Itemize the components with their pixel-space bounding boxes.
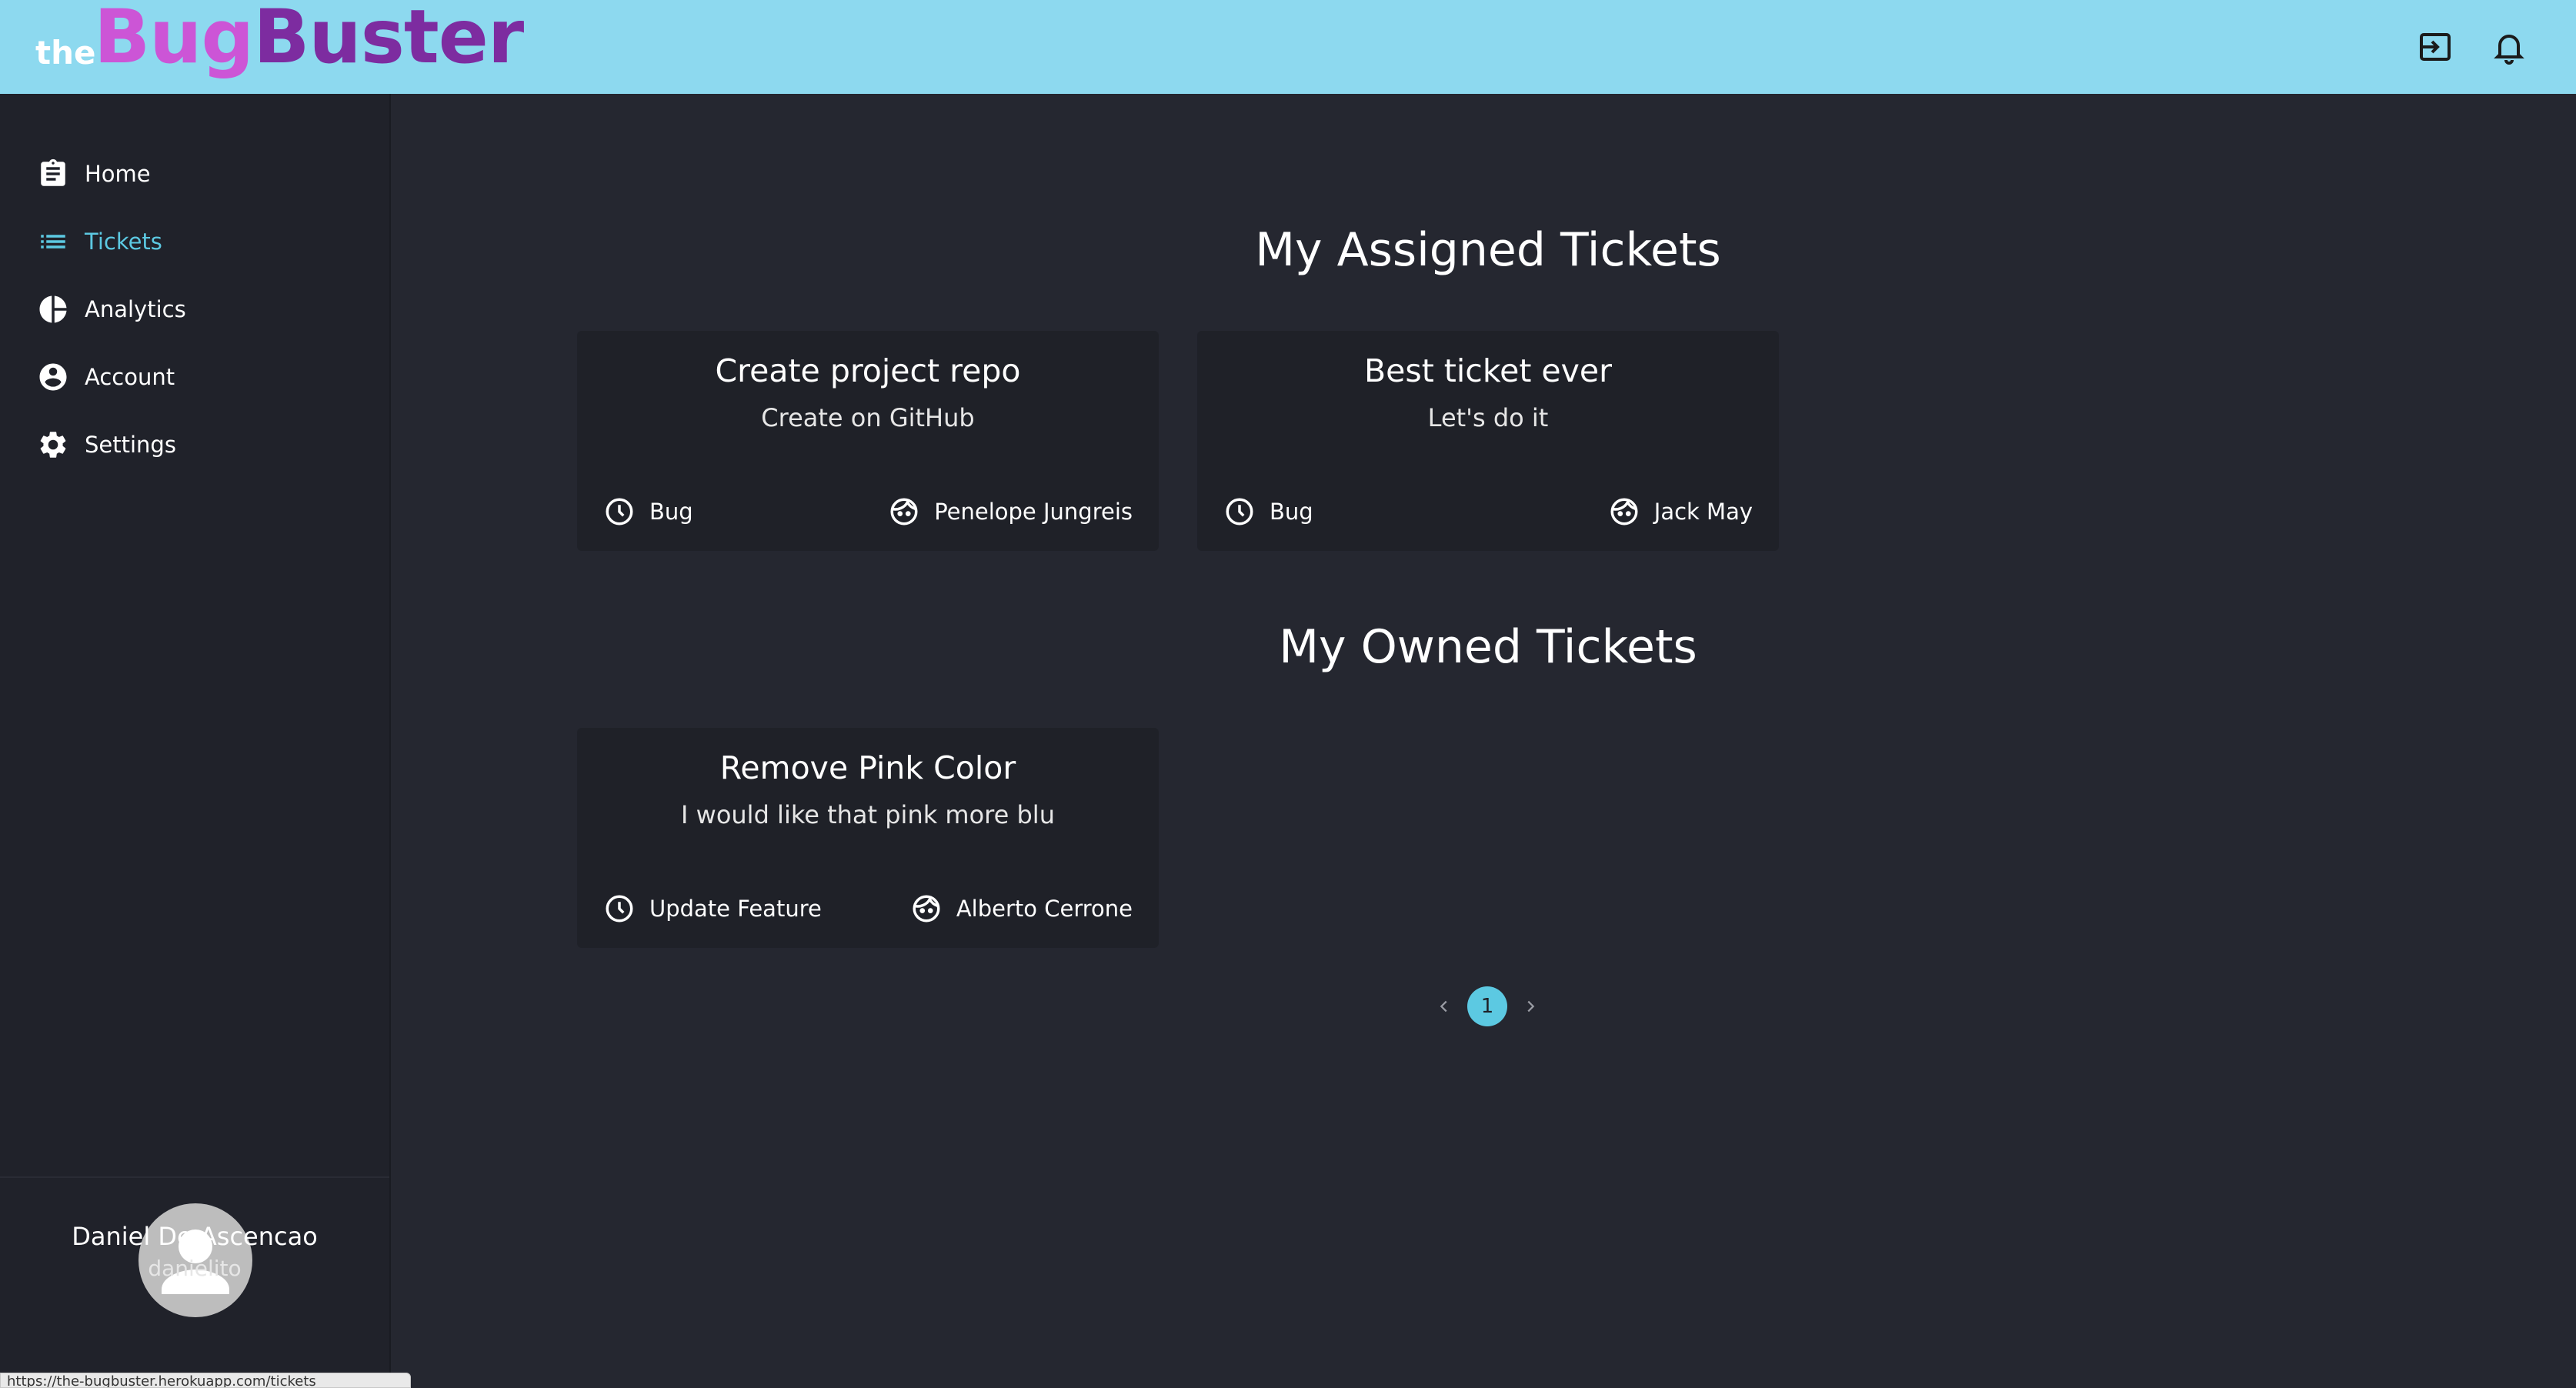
ticket-description: Create on GitHub xyxy=(761,403,975,432)
user-handle: danielito xyxy=(148,1256,242,1281)
sidebar-divider xyxy=(0,1176,389,1178)
face-icon xyxy=(910,893,943,925)
sidebar-item-analytics[interactable]: Analytics xyxy=(0,275,389,343)
ticket-type: Bug xyxy=(1223,495,1313,528)
logout-icon xyxy=(2420,33,2451,61)
owned-tickets-title: My Owned Tickets xyxy=(1279,620,1697,674)
chevron-left-icon xyxy=(1440,1000,1447,1013)
logo-wordmark: BugBuster xyxy=(94,0,524,80)
sidebar-nav: Home Tickets Analytics Account Settings xyxy=(0,140,389,479)
bell-icon xyxy=(2494,35,2524,65)
ticket-card[interactable]: Create project repo Create on GitHub Bug… xyxy=(577,331,1159,551)
page-button-current[interactable]: 1 xyxy=(1467,986,1507,1026)
ticket-footer: Update Feature Alberto Cerrone xyxy=(603,889,1133,928)
top-app-bar: the BugBuster xyxy=(0,0,2576,94)
sidebar-item-label: Tickets xyxy=(85,229,162,255)
ticket-card[interactable]: Remove Pink Color I would like that pink… xyxy=(577,728,1159,948)
ticket-person: Alberto Cerrone xyxy=(910,893,1133,925)
clock-icon xyxy=(603,495,636,528)
logo-bug-text: Bug xyxy=(94,0,254,80)
face-icon xyxy=(1608,495,1640,528)
sidebar-item-label: Account xyxy=(85,364,175,390)
account-circle-icon xyxy=(37,361,69,393)
ticket-title: Create project repo xyxy=(715,352,1021,389)
sidebar-item-home[interactable]: Home xyxy=(0,140,389,208)
ticket-title: Best ticket ever xyxy=(1363,352,1612,389)
ticket-type: Update Feature xyxy=(603,893,822,925)
ticket-footer: Bug Jack May xyxy=(1223,492,1753,531)
assigned-tickets-title: My Assigned Tickets xyxy=(1255,223,1721,277)
ticket-description: Let's do it xyxy=(1427,403,1549,432)
ticket-person-name: Alberto Cerrone xyxy=(956,896,1133,922)
sidebar-item-label: Home xyxy=(85,161,151,187)
next-page-button[interactable] xyxy=(1519,995,1542,1018)
previous-page-button[interactable] xyxy=(1433,995,1456,1018)
sidebar-item-account[interactable]: Account xyxy=(0,343,389,411)
sidebar-item-tickets[interactable]: Tickets xyxy=(0,208,389,275)
notifications-button[interactable] xyxy=(2488,26,2530,68)
list-icon xyxy=(37,225,69,258)
chevron-right-icon xyxy=(1527,1000,1535,1013)
ticket-type-label: Bug xyxy=(1270,499,1313,525)
ticket-person-name: Penelope Jungreis xyxy=(934,499,1133,525)
clock-icon xyxy=(1223,495,1256,528)
sidebar-item-label: Analytics xyxy=(85,296,186,322)
ticket-person-name: Jack May xyxy=(1653,499,1753,525)
logout-button[interactable] xyxy=(2414,26,2456,68)
clock-icon xyxy=(603,893,636,925)
gear-icon xyxy=(37,429,69,461)
sidebar: Home Tickets Analytics Account Settings xyxy=(0,94,391,1388)
clipboard-icon xyxy=(37,158,69,190)
user-name: Daniel De Ascencao xyxy=(72,1222,318,1251)
ticket-footer: Bug Penelope Jungreis xyxy=(603,492,1133,531)
ticket-type-label: Bug xyxy=(649,499,693,525)
ticket-title: Remove Pink Color xyxy=(719,749,1016,786)
pie-chart-icon xyxy=(37,293,69,325)
browser-status-url: https://the-bugbuster.herokuapp.com/tick… xyxy=(0,1373,411,1388)
ticket-card[interactable]: Best ticket ever Let's do it Bug Jack Ma… xyxy=(1197,331,1779,551)
ticket-type-label: Update Feature xyxy=(649,896,822,922)
ticket-description: I would like that pink more blu xyxy=(681,800,1055,829)
sidebar-item-settings[interactable]: Settings xyxy=(0,411,389,479)
ticket-person: Jack May xyxy=(1608,495,1753,528)
ticket-person: Penelope Jungreis xyxy=(888,495,1133,528)
pagination: 1 xyxy=(1433,985,1542,1028)
ticket-type: Bug xyxy=(603,495,693,528)
logo-buster-text: Buster xyxy=(253,0,524,80)
sidebar-item-label: Settings xyxy=(85,432,176,458)
face-icon xyxy=(888,495,920,528)
logo-prefix: the xyxy=(35,34,96,72)
